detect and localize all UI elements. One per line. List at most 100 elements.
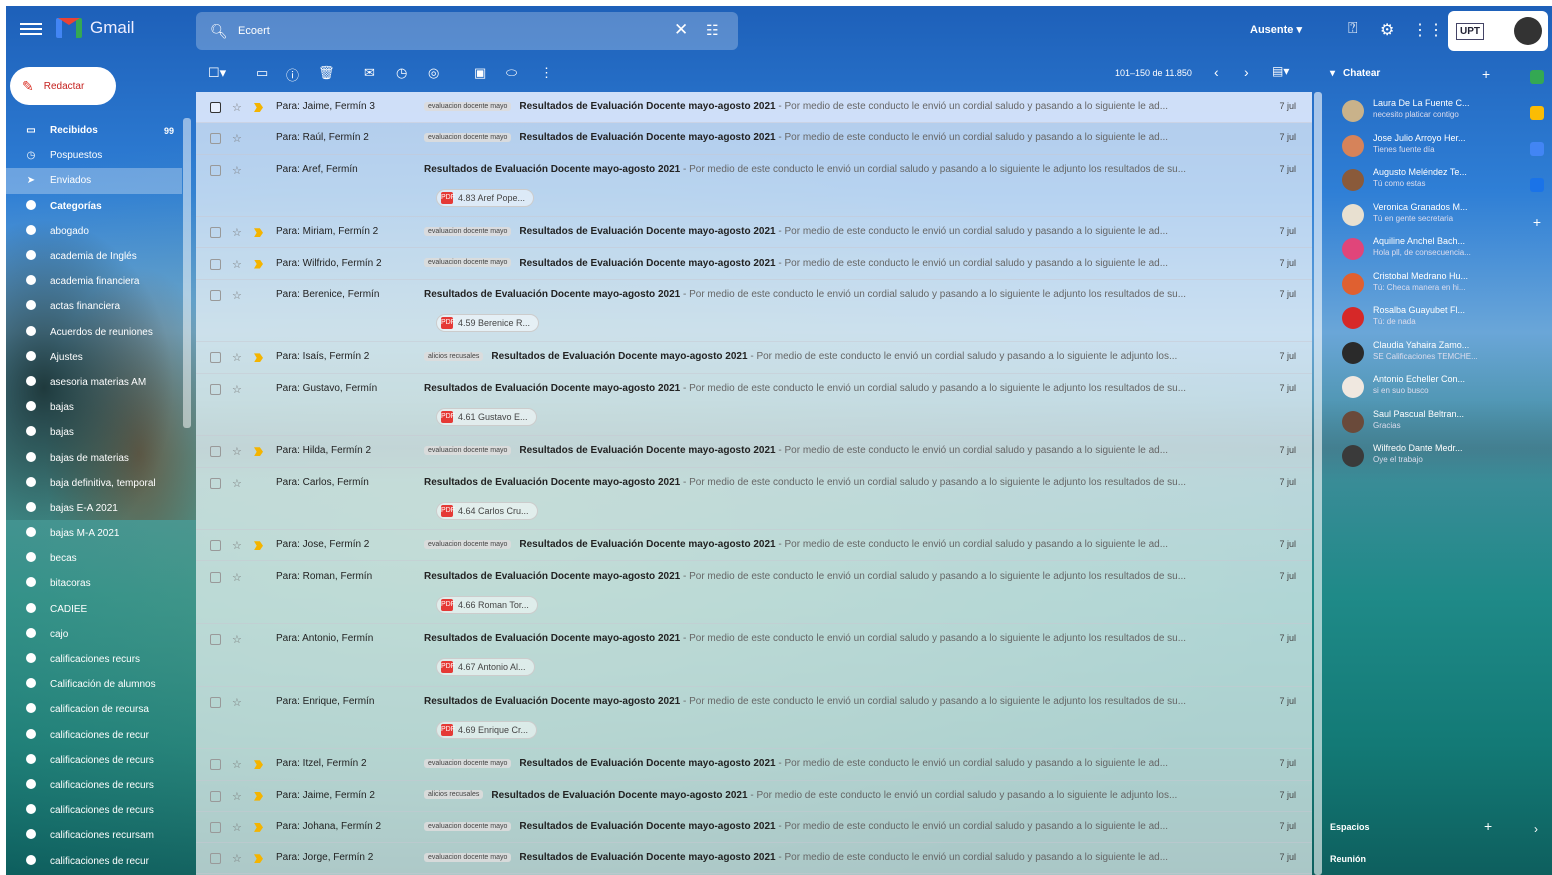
- apps-grid-icon[interactable]: ⋮⋮: [1412, 20, 1444, 40]
- search-input[interactable]: Ecoert: [238, 25, 270, 37]
- sidebar-item[interactable]: bajas de materias: [6, 445, 182, 470]
- email-row[interactable]: ☆ Para: Jaime, Fermín 3 evaluacion docente…: [196, 92, 1312, 124]
- email-row[interactable]: ☆ Para: Johana, Fermín 2 evaluacion docent…: [196, 812, 1312, 844]
- chat-contact[interactable]: Laura De La Fuente C... necesito platicar…: [1338, 94, 1498, 129]
- star-icon[interactable]: ☆: [232, 258, 242, 271]
- star-icon[interactable]: ☆: [232, 101, 242, 114]
- important-marker-icon[interactable]: [254, 635, 263, 644]
- row-checkbox[interactable]: [210, 696, 221, 708]
- sidebar-item[interactable]: baja definitiva, temporal: [6, 471, 182, 496]
- archive-icon[interactable]: ▭: [256, 65, 268, 81]
- important-marker-icon[interactable]: [254, 228, 263, 238]
- label-chip[interactable]: alicios recusales: [424, 790, 484, 800]
- help-icon[interactable]: ⍰: [1348, 20, 1358, 38]
- search-icon[interactable]: 🔍︎: [210, 23, 228, 40]
- attachment-chip[interactable]: PDF 4.69 Enrique Cr...: [436, 720, 538, 739]
- sidebar-item[interactable]: bitacoras: [6, 571, 182, 596]
- sidebar-item[interactable]: calificaciones recursam: [6, 823, 182, 848]
- sidebar-item[interactable]: Ajustes: [6, 345, 182, 370]
- row-checkbox[interactable]: [210, 790, 221, 802]
- chat-contact[interactable]: Jose Julio Arroyo Her... Tienes fuente dí…: [1338, 129, 1498, 164]
- sidebar-item[interactable]: actas financiera: [6, 294, 182, 319]
- row-checkbox[interactable]: [210, 634, 221, 646]
- chat-contact[interactable]: Saul Pascual Beltran... Gracias: [1338, 405, 1498, 440]
- chat-contact[interactable]: Rosalba Guayubet Fl... Tú: de nada: [1338, 301, 1498, 336]
- delete-icon[interactable]: 🗑︎: [318, 65, 335, 81]
- star-icon[interactable]: ☆: [232, 571, 242, 584]
- sidebar-item[interactable]: Acuerdos de reuniones: [6, 320, 182, 345]
- important-marker-icon[interactable]: [254, 353, 263, 363]
- clear-search-icon[interactable]: ✕: [674, 20, 688, 40]
- email-row[interactable]: ☆ Para: Gustavo, Fermín Resultados de Eval…: [196, 374, 1312, 437]
- sidebar-item[interactable]: calificacion de recursa: [6, 697, 182, 722]
- attachment-chip[interactable]: PDF 4.59 Berenice R...: [436, 313, 540, 332]
- important-marker-icon[interactable]: [254, 447, 263, 457]
- email-row[interactable]: ☆ Para: Jorge, Fermín 2 evaluacion docente…: [196, 843, 1312, 875]
- sidebar-item[interactable]: bajas M-A 2021: [6, 521, 182, 546]
- important-marker-icon[interactable]: [254, 103, 263, 112]
- search-options-icon[interactable]: ☷: [706, 22, 719, 39]
- star-icon[interactable]: ☆: [232, 790, 242, 803]
- row-checkbox[interactable]: [210, 164, 221, 176]
- row-checkbox[interactable]: [210, 821, 221, 833]
- chat-contact[interactable]: Wilfredo Dante Medr... Oye el trabajo: [1338, 439, 1498, 474]
- row-checkbox[interactable]: [210, 571, 221, 583]
- important-marker-icon[interactable]: [254, 134, 263, 143]
- row-checkbox[interactable]: [210, 446, 221, 458]
- email-row[interactable]: ☆ Para: Carlos, Fermín Resultados de Evalu…: [196, 468, 1312, 531]
- sidebar-item[interactable]: calificaciones de recur: [6, 848, 182, 873]
- sidebar-scrollbar[interactable]: [183, 118, 191, 428]
- email-row[interactable]: ☆ Para: Wilfrido, Fermín 2 evaluacion doce…: [196, 249, 1312, 280]
- row-checkbox[interactable]: [210, 853, 221, 865]
- star-icon[interactable]: ☆: [232, 477, 242, 490]
- move-to-icon[interactable]: ▣: [474, 65, 486, 81]
- spaces-section[interactable]: Espacios: [1330, 822, 1370, 832]
- add-task-icon[interactable]: ◎: [428, 65, 439, 81]
- label-chip[interactable]: alicios recusales: [424, 352, 484, 362]
- row-checkbox[interactable]: [210, 383, 221, 395]
- attachment-chip[interactable]: PDF 4.67 Antonio Al...: [436, 658, 535, 677]
- calendar-icon[interactable]: [1530, 70, 1544, 84]
- star-icon[interactable]: ☆: [232, 758, 242, 771]
- account-button[interactable]: UPT: [1448, 11, 1548, 51]
- email-row[interactable]: ☆ Para: Hilda, Fermín 2 evaluacion docente…: [196, 436, 1312, 468]
- email-row[interactable]: ☆ Para: Berenice, Fermín Resultados de Eva…: [196, 280, 1312, 343]
- label-chip[interactable]: evaluacion docente mayo: [424, 446, 512, 456]
- star-icon[interactable]: ☆: [232, 696, 242, 709]
- important-marker-icon[interactable]: [254, 760, 263, 770]
- chevron-down-icon[interactable]: ▾: [1330, 68, 1335, 79]
- sidebar-item[interactable]: calificaciones de recurs: [6, 748, 182, 773]
- split-pane-icon[interactable]: ▤▾: [1272, 64, 1289, 78]
- label-chip[interactable]: evaluacion docente mayo: [424, 227, 512, 237]
- email-row[interactable]: ☆ Para: Aref, Fermín Resultados de Evaluac…: [196, 155, 1312, 218]
- row-checkbox[interactable]: [210, 289, 221, 301]
- sidebar-item[interactable]: ➤ Enviados: [6, 168, 182, 194]
- compose-button[interactable]: ✎ Redactar: [10, 67, 116, 105]
- email-row[interactable]: ☆ Para: Jose, Fermín 2 evaluacion docente …: [196, 530, 1312, 562]
- star-icon[interactable]: ☆: [232, 633, 242, 646]
- gear-icon[interactable]: ⚙: [1380, 20, 1394, 40]
- chat-header[interactable]: ▾ Chatear +: [1330, 66, 1500, 82]
- sidebar-item[interactable]: cajo: [6, 622, 182, 647]
- label-icon[interactable]: ⬭: [506, 65, 517, 81]
- keep-icon[interactable]: [1530, 106, 1544, 120]
- row-checkbox[interactable]: [210, 133, 221, 145]
- star-icon[interactable]: ☆: [232, 132, 242, 145]
- next-page-icon[interactable]: ›: [1244, 64, 1249, 80]
- row-checkbox[interactable]: [210, 540, 221, 552]
- email-row[interactable]: ☆ Para: Roman, Fermín Resultados de Evalua…: [196, 562, 1312, 625]
- sidebar-item[interactable]: Categorías: [6, 194, 182, 219]
- row-checkbox[interactable]: [210, 258, 221, 270]
- important-marker-icon[interactable]: [254, 385, 263, 394]
- contacts-icon[interactable]: [1530, 178, 1544, 192]
- important-marker-icon[interactable]: [254, 291, 263, 300]
- row-checkbox[interactable]: [210, 759, 221, 771]
- row-checkbox[interactable]: [210, 227, 221, 239]
- sidebar-item[interactable]: calificaciones de recurs: [6, 773, 182, 798]
- attachment-chip[interactable]: PDF 4.64 Carlos Cru...: [436, 501, 538, 520]
- chat-contact[interactable]: Aquiline Anchel Bach... Hola pll, de cons…: [1338, 232, 1498, 267]
- row-checkbox[interactable]: [210, 477, 221, 489]
- star-icon[interactable]: ☆: [232, 852, 242, 865]
- main-menu-button[interactable]: [20, 20, 42, 40]
- chat-contact[interactable]: Veronica Granados M... Tú en gente secret…: [1338, 198, 1498, 233]
